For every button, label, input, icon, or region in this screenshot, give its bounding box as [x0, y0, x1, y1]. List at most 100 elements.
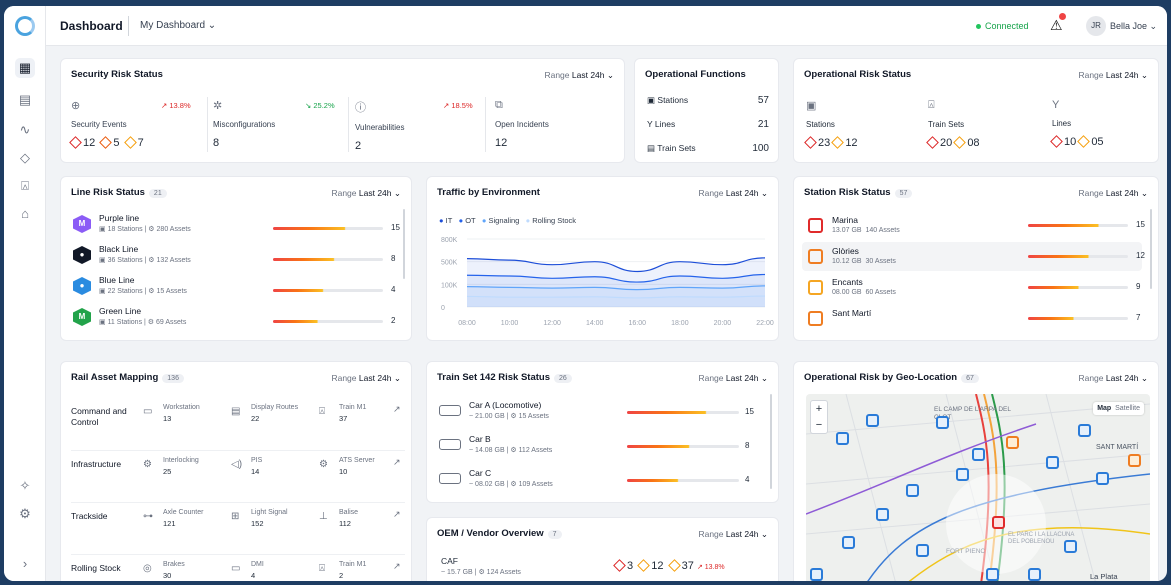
- line-row[interactable]: M Purple line ▣ 18 Stations | ⚙ 280 Asse…: [73, 213, 401, 241]
- security-events-metric[interactable]: ⊕ ↗ 13.8% Security Events 12 5 7: [69, 99, 201, 149]
- count-badge: 136: [162, 374, 184, 383]
- external-link-icon[interactable]: ↗: [393, 404, 401, 415]
- line-risk-card: Line Risk Status 21 Range Last 24h ⌄ M Pu…: [60, 176, 412, 341]
- station-pin-icon[interactable]: [1064, 540, 1077, 553]
- high-icon: [99, 136, 113, 149]
- station-pin-icon[interactable]: [1096, 472, 1109, 485]
- external-link-icon[interactable]: ↗: [393, 509, 401, 520]
- high-count: 12: [651, 560, 664, 572]
- range-select[interactable]: Range Last 24h ⌄: [698, 529, 768, 540]
- open-incidents-metric[interactable]: ⧉ Open Incidents 12: [495, 99, 615, 149]
- station-pin-icon[interactable]: [992, 516, 1005, 529]
- station-pin-icon[interactable]: [972, 448, 985, 461]
- dashboard-select[interactable]: My Dashboard ⌄: [140, 20, 216, 31]
- car-row[interactable]: Car C ~ 08.02 GB | ⚙ 109 Assets 4: [439, 466, 761, 496]
- metric-label: Misconfigurations: [213, 120, 276, 129]
- range-value: Last 24h ⌄: [725, 373, 768, 383]
- line-row[interactable]: ● Black Line ▣ 36 Stations | ⚙ 132 Asset…: [73, 244, 401, 272]
- function-row[interactable]: Y Lines 21: [647, 119, 769, 143]
- speaker-icon: ◁): [231, 459, 243, 470]
- external-link-icon[interactable]: ↗: [393, 457, 401, 468]
- station-pin-icon[interactable]: [842, 536, 855, 549]
- station-row[interactable]: Encants 08.00 GB 60 Assets 9: [802, 273, 1142, 302]
- line-row[interactable]: ● Blue Line ▣ 22 Stations | ⚙ 15 Assets …: [73, 275, 401, 303]
- station-pin-icon[interactable]: [936, 416, 949, 429]
- risk-counts: 12 5 7: [69, 136, 201, 149]
- oprisk-stations[interactable]: ▣ Stations 23 12: [804, 99, 916, 149]
- critical-icon: [613, 559, 626, 572]
- station-row[interactable]: Sant Martí 7: [802, 304, 1142, 333]
- range-select[interactable]: Range Last 24h ⌄: [1078, 188, 1148, 199]
- car-meta: ~ 08.02 GB | ⚙ 109 Assets: [469, 481, 553, 488]
- station-pin-icon[interactable]: [916, 544, 929, 557]
- station-row[interactable]: Marina 13.07 GB 140 Assets 15: [802, 211, 1145, 240]
- map-button[interactable]: Map: [1097, 405, 1111, 412]
- car-row[interactable]: Car A (Locomotive) ~ 21.00 GB | ⚙ 15 Ass…: [439, 398, 761, 428]
- range-select[interactable]: Range Last 24h ⌄: [544, 70, 614, 81]
- range-select[interactable]: Range Last 24h ⌄: [698, 373, 768, 384]
- station-pin-icon[interactable]: [956, 468, 969, 481]
- map[interactable]: + − Map Satellite EL CAMP DE L'ARPA DEL …: [806, 394, 1150, 581]
- oprisk-lines[interactable]: Y Lines 10 05: [1050, 99, 1152, 148]
- satellite-button[interactable]: Satellite: [1115, 405, 1140, 412]
- range-select[interactable]: Range Last 24h ⌄: [331, 373, 401, 384]
- vendor-row[interactable]: CAF ~ 15.7 GB | ⚙ 124 Assets: [441, 556, 521, 576]
- line-name: Purple line: [99, 213, 140, 223]
- station-pin-icon[interactable]: [836, 432, 849, 445]
- zoom-out-button[interactable]: −: [811, 417, 827, 433]
- station-assets: 60 Assets: [865, 289, 896, 296]
- page-title: Dashboard: [60, 19, 123, 33]
- station-pin-icon[interactable]: [1078, 424, 1091, 437]
- station-pin-icon[interactable]: [1006, 436, 1019, 449]
- vulnerabilities-metric[interactable]: ⓘ ↗ 18.5% Vulnerabilities 2: [355, 99, 480, 152]
- range-select[interactable]: Range Last 24h ⌄: [1078, 70, 1148, 81]
- station-pin-icon[interactable]: [986, 568, 999, 581]
- range-label: Range: [698, 529, 724, 539]
- user-menu[interactable]: Bella Joe ⌄: [1110, 21, 1157, 32]
- function-row[interactable]: ▤ Train Sets 100: [647, 143, 769, 162]
- station-pin-icon[interactable]: [1128, 454, 1141, 467]
- station-size: 13.07 GB: [832, 227, 862, 234]
- risk-bar: [273, 227, 383, 230]
- building-icon[interactable]: ⌂: [15, 204, 35, 224]
- line-row[interactable]: M Green Line ▣ 11 Stations | ⚙ 69 Assets…: [73, 306, 401, 334]
- station-pin-icon[interactable]: [810, 568, 823, 581]
- risk-value: 15: [1136, 220, 1145, 229]
- expand-sidebar-icon[interactable]: ›: [15, 554, 35, 574]
- station-pin-icon[interactable]: [866, 414, 879, 427]
- avatar[interactable]: JR: [1086, 16, 1106, 36]
- line-stations: 11 Stations: [107, 319, 143, 326]
- function-row[interactable]: ▣ Stations 57: [647, 95, 769, 119]
- alert-button[interactable]: ⚠: [1050, 13, 1066, 34]
- station-pin-icon[interactable]: [906, 484, 919, 497]
- risk-value: 7: [1136, 313, 1141, 322]
- scrollbar[interactable]: [403, 209, 405, 279]
- scrollbar[interactable]: [1150, 209, 1152, 289]
- station-icon: [808, 280, 823, 295]
- diamond-alert-icon[interactable]: ◇: [15, 148, 35, 168]
- zoom-in-button[interactable]: +: [811, 401, 827, 417]
- table-icon[interactable]: ▤: [15, 90, 35, 110]
- external-link-icon[interactable]: ↗: [393, 561, 401, 572]
- app-window: ▦ ▤ ∿ ◇ ⍓ ⌂ ✧ ⚙ › Dashboard My Dashboard…: [4, 6, 1167, 581]
- station-pin-icon[interactable]: [1046, 456, 1059, 469]
- station-pin-icon[interactable]: [876, 508, 889, 521]
- station-row[interactable]: Glòries 10.12 GB 30 Assets 12: [802, 242, 1145, 271]
- misconfig-metric[interactable]: ✲ ↘ 25.2% Misconfigurations 8: [213, 99, 343, 149]
- scrollbar[interactable]: [770, 394, 772, 489]
- train-icon[interactable]: ⍓: [15, 176, 35, 196]
- car-row[interactable]: Car B ~ 14.08 GB | ⚙ 112 Assets 8: [439, 432, 761, 462]
- grid-icon[interactable]: ▦: [15, 58, 35, 78]
- lines-icon: Y: [647, 119, 653, 129]
- route-icon[interactable]: ∿: [15, 120, 35, 140]
- line-assets: 15 Assets: [156, 288, 187, 295]
- range-value: Last 24h ⌄: [1105, 188, 1148, 198]
- risk-bar: [627, 445, 739, 448]
- range-select[interactable]: Range Last 24h ⌄: [331, 188, 401, 199]
- settings-icon[interactable]: ⚙: [15, 504, 35, 524]
- range-select[interactable]: Range Last 24h ⌄: [1078, 373, 1148, 384]
- oprisk-trainsets[interactable]: ⍓ Train Sets 20 08: [926, 99, 1038, 149]
- station-pin-icon[interactable]: [1028, 568, 1041, 581]
- car-name: Car A (Locomotive): [469, 400, 542, 410]
- sparkle-icon[interactable]: ✧: [15, 476, 35, 496]
